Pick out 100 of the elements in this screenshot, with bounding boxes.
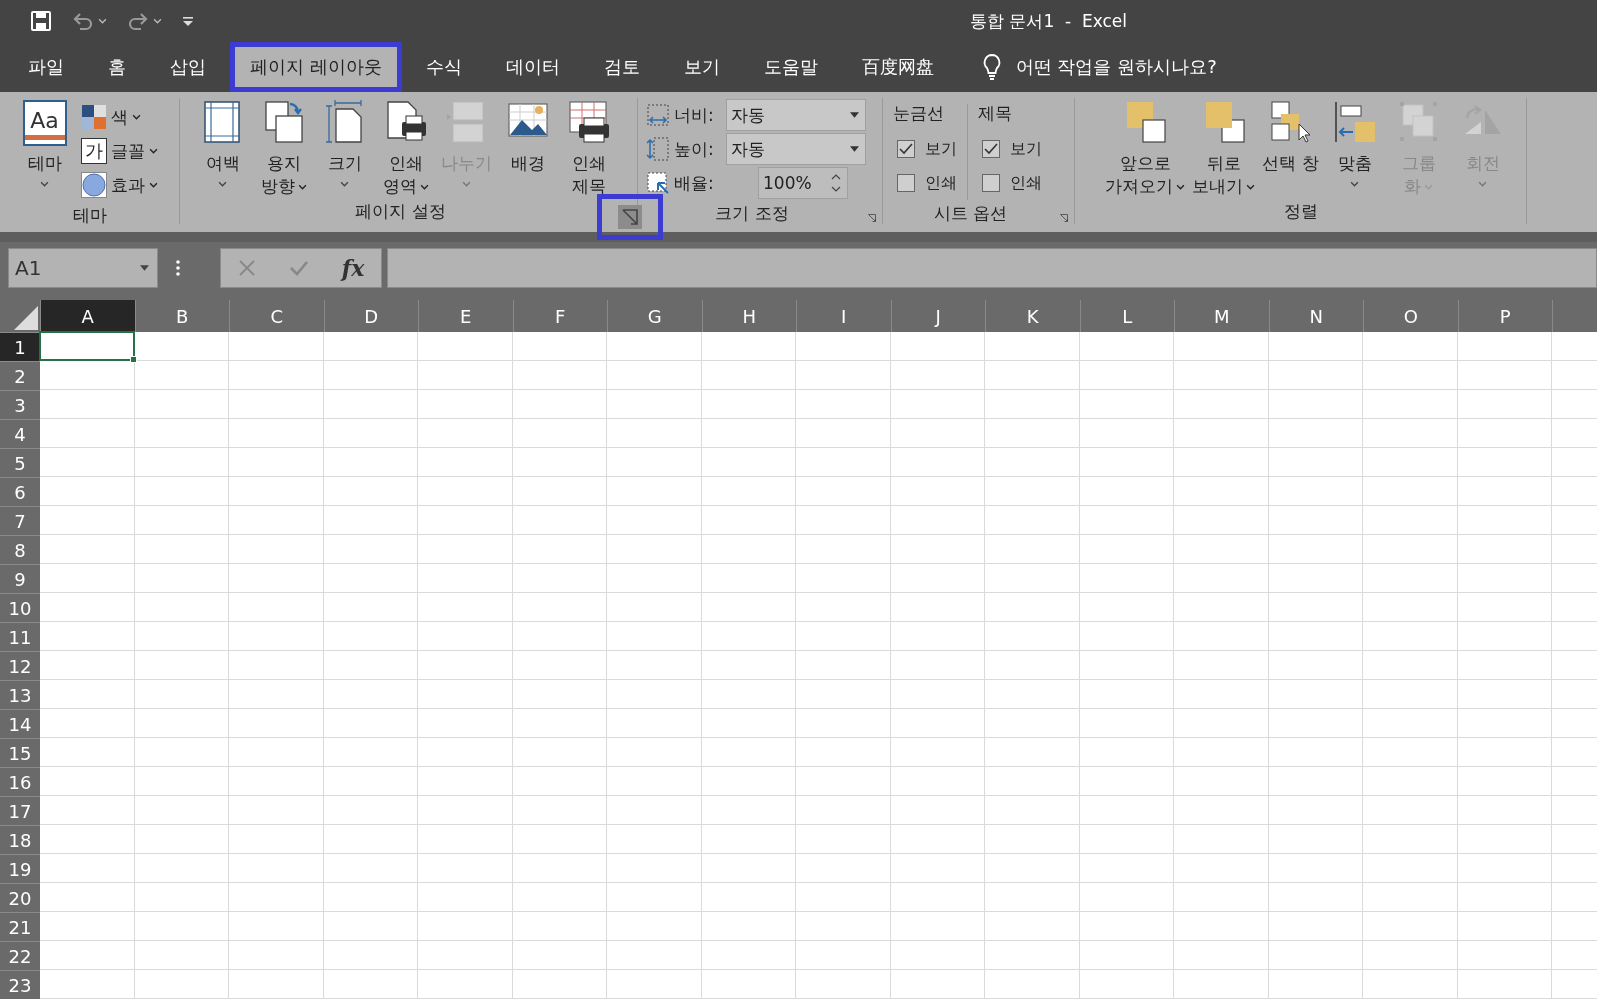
- ribbon-button[interactable]: 인쇄 영역: [375, 98, 436, 198]
- dropdown-field[interactable]: 자동: [726, 133, 866, 165]
- formula-input[interactable]: [387, 248, 1597, 288]
- theme-button[interactable]: Aa 테마: [14, 98, 75, 187]
- ribbon-button[interactable]: 선택 창: [1260, 98, 1321, 175]
- checkbox[interactable]: [982, 140, 1000, 158]
- ribbon-button[interactable]: 크기: [314, 98, 375, 187]
- select-all-icon[interactable]: [12, 304, 40, 332]
- ribbon-tab[interactable]: 페이지 레이아웃: [230, 42, 402, 92]
- ribbon-tab[interactable]: 검토: [583, 42, 660, 92]
- row-header[interactable]: 10: [0, 593, 40, 622]
- column-header[interactable]: P: [1457, 300, 1552, 332]
- column-header[interactable]: K: [985, 300, 1080, 332]
- column-header[interactable]: J: [890, 300, 985, 332]
- row-header[interactable]: 1: [0, 332, 40, 361]
- checkbox-label: 인쇄: [925, 172, 957, 194]
- column-header[interactable]: E: [418, 300, 513, 332]
- ribbon-tab[interactable]: 百度网盘: [841, 42, 954, 92]
- row-header[interactable]: 17: [0, 796, 40, 825]
- spin-field[interactable]: 100%: [758, 167, 848, 199]
- ribbon-button[interactable]: 배경: [497, 98, 558, 175]
- row-header[interactable]: 16: [0, 767, 40, 796]
- save-icon[interactable]: [30, 10, 52, 32]
- row-header[interactable]: 3: [0, 390, 40, 419]
- ribbon-tab[interactable]: 보기: [663, 42, 740, 92]
- row-header[interactable]: 23: [0, 970, 40, 999]
- theme-glyph: Aa: [22, 100, 67, 146]
- column-header[interactable]: N: [1268, 300, 1363, 332]
- row-header[interactable]: 8: [0, 535, 40, 564]
- checkmark-icon: [899, 143, 913, 155]
- lightbulb-icon[interactable]: [981, 53, 1002, 81]
- row-header[interactable]: 22: [0, 941, 40, 970]
- column-header[interactable]: F: [512, 300, 607, 332]
- launcher-icon: [1058, 212, 1070, 224]
- theme-option[interactable]: 색: [81, 100, 158, 134]
- column-header[interactable]: D: [323, 300, 418, 332]
- column-header[interactable]: H: [701, 300, 796, 332]
- row-header[interactable]: 2: [0, 361, 40, 390]
- row-header[interactable]: 11: [0, 622, 40, 651]
- column-header[interactable]: L: [1079, 300, 1174, 332]
- row-header[interactable]: 6: [0, 477, 40, 506]
- checkbox-label: 보기: [1010, 138, 1042, 160]
- column-header[interactable]: A: [40, 300, 135, 332]
- row-header[interactable]: 20: [0, 883, 40, 912]
- caret-icon: [153, 18, 162, 24]
- column-header[interactable]: C: [229, 300, 324, 332]
- cell-grid[interactable]: [40, 332, 1597, 999]
- ribbon-button[interactable]: 맞춤: [1324, 98, 1385, 187]
- caret-icon: [1424, 183, 1433, 190]
- ribbon-tab[interactable]: 데이터: [485, 42, 580, 92]
- ribbon-button[interactable]: 인쇄 제목: [558, 98, 619, 198]
- row-header[interactable]: 14: [0, 709, 40, 738]
- row-header[interactable]: 21: [0, 912, 40, 941]
- column-header[interactable]: B: [134, 300, 229, 332]
- caret-icon: [218, 181, 227, 187]
- tell-me-field[interactable]: 어떤 작업을 원하시나요?: [1015, 55, 1217, 79]
- theme-option[interactable]: 가 글꼴: [81, 134, 158, 168]
- spin-arrows-icon[interactable]: [831, 172, 841, 194]
- undo-icon[interactable]: [72, 11, 94, 31]
- ribbon-button[interactable]: 여백: [192, 98, 253, 187]
- ribbon-button[interactable]: 용지 방향: [253, 98, 314, 198]
- row-header[interactable]: 4: [0, 419, 40, 448]
- row-header[interactable]: 12: [0, 651, 40, 680]
- caret-icon: [149, 148, 158, 154]
- column-header[interactable]: O: [1363, 300, 1458, 332]
- caret-icon: [1350, 181, 1359, 187]
- active-cell[interactable]: [39, 331, 135, 361]
- group-label: 정렬: [1282, 200, 1319, 223]
- dropdown-field[interactable]: 자동: [726, 99, 866, 131]
- row-header[interactable]: 15: [0, 738, 40, 767]
- row-header[interactable]: 19: [0, 854, 40, 883]
- more-icon[interactable]: [176, 259, 180, 277]
- row-header[interactable]: 18: [0, 825, 40, 854]
- ribbon-tab[interactable]: 파일: [8, 42, 84, 92]
- ribbon-button[interactable]: 앞으로 가져오기: [1103, 98, 1187, 198]
- caret-icon: [297, 183, 307, 190]
- ribbon-tab[interactable]: 도움말: [743, 42, 838, 92]
- checkbox[interactable]: [897, 140, 915, 158]
- row-header[interactable]: 7: [0, 506, 40, 535]
- column-header[interactable]: M: [1174, 300, 1269, 332]
- row-header[interactable]: 13: [0, 680, 40, 709]
- checkbox-label: 보기: [925, 138, 957, 160]
- ribbon-button[interactable]: 뒤로 보내기: [1190, 98, 1257, 198]
- customize-icon[interactable]: [182, 15, 194, 27]
- insert-function-button[interactable]: fx: [341, 255, 365, 281]
- checkbox[interactable]: [897, 174, 915, 192]
- caret-icon: [132, 114, 141, 120]
- ribbon-tab[interactable]: 홈: [88, 42, 146, 92]
- ribbon-tab[interactable]: 삽입: [150, 42, 226, 92]
- name-box[interactable]: A1: [8, 248, 158, 288]
- caret-icon: [140, 265, 149, 271]
- row-header[interactable]: 5: [0, 448, 40, 477]
- ribbon-tab[interactable]: 수식: [405, 42, 482, 92]
- checkbox[interactable]: [982, 174, 1000, 192]
- column-header[interactable]: G: [607, 300, 702, 332]
- theme-option[interactable]: 효과: [81, 168, 158, 202]
- scale-icon: [646, 171, 670, 195]
- column-header[interactable]: I: [796, 300, 891, 332]
- row-header[interactable]: 9: [0, 564, 40, 593]
- redo-icon[interactable]: [127, 11, 149, 31]
